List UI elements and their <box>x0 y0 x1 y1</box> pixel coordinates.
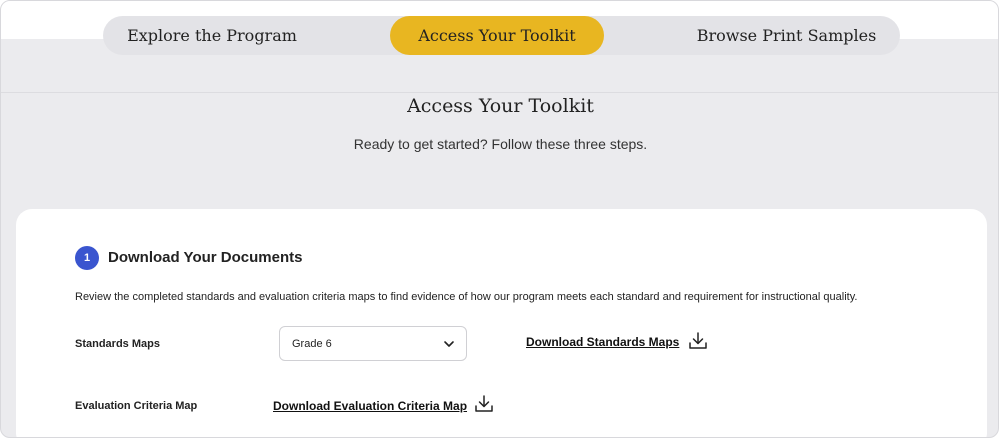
step-description: Review the completed standards and evalu… <box>75 291 858 303</box>
page-subtitle: Ready to get started? Follow these three… <box>353 136 648 152</box>
download-evaluation-criteria-map-link[interactable]: Download Evaluation Criteria Map <box>273 399 467 413</box>
grade-select[interactable]: Grade 6 <box>279 326 467 361</box>
standards-maps-label: Standards Maps <box>75 338 160 350</box>
step-title: Download Your Documents <box>108 249 303 266</box>
download-icon[interactable] <box>474 394 494 414</box>
tab-explore-the-program[interactable]: Explore the Program <box>103 16 321 55</box>
evaluation-criteria-map-label: Evaluation Criteria Map <box>75 400 198 412</box>
page-title: Access Your Toolkit <box>407 95 594 117</box>
tab-browse-print-samples[interactable]: Browse Print Samples <box>673 16 900 55</box>
tab-access-your-toolkit[interactable]: Access Your Toolkit <box>390 16 604 55</box>
download-standards-maps-link[interactable]: Download Standards Maps <box>526 335 679 349</box>
page-frame: Explore the Program Access Your Toolkit … <box>0 0 999 438</box>
grade-select-value: Grade 6 <box>292 337 332 350</box>
download-icon[interactable] <box>688 331 708 351</box>
chevron-down-icon <box>444 341 454 347</box>
step-number-badge: 1 <box>75 246 99 270</box>
divider <box>1 92 998 93</box>
